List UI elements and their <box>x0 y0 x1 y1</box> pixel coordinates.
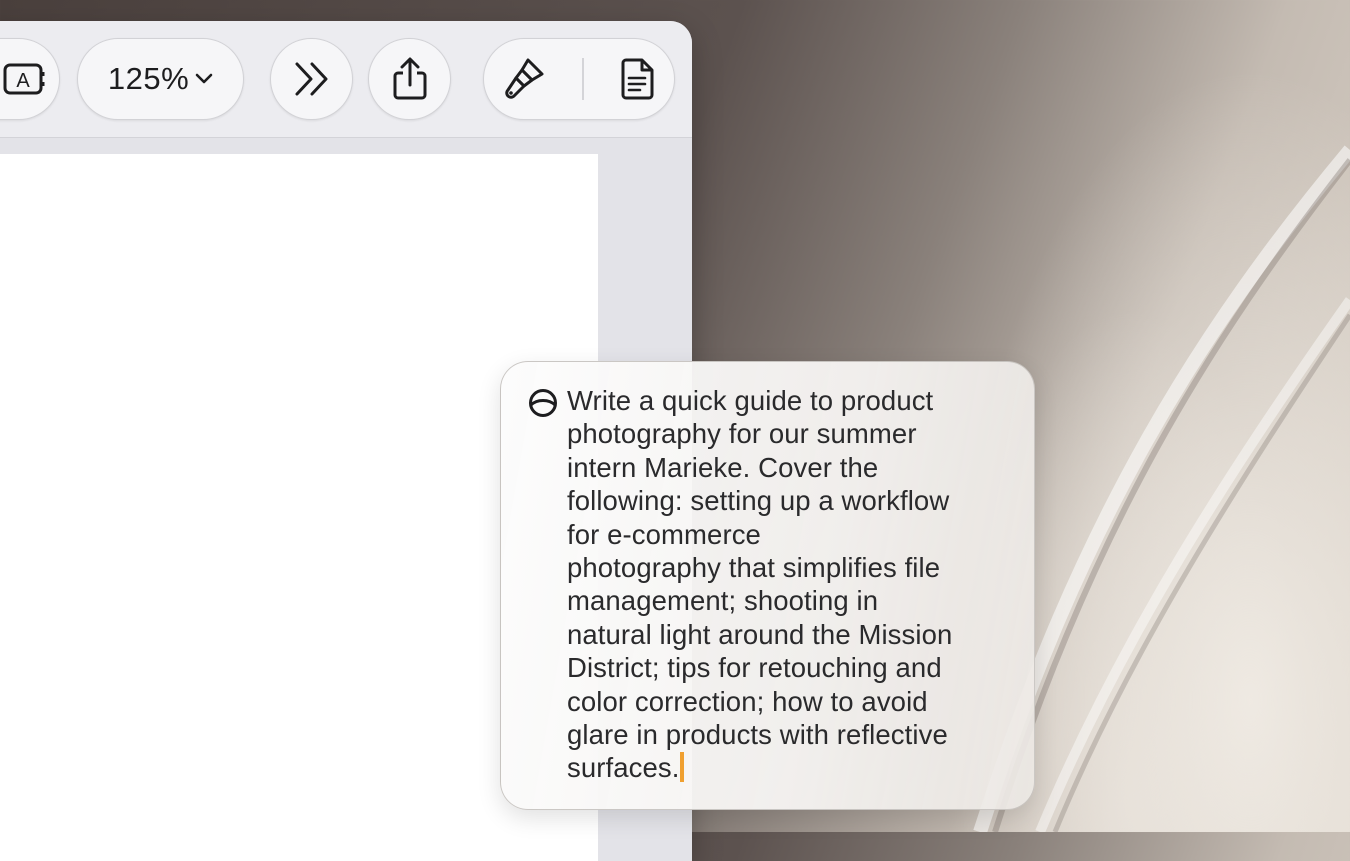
chevron-down-icon <box>195 73 213 84</box>
share-icon <box>393 57 426 100</box>
toolbar-divider <box>582 58 584 100</box>
writing-tools-icon <box>529 389 557 417</box>
paintbrush-icon[interactable] <box>502 56 546 102</box>
zoom-value: 125% <box>107 61 190 96</box>
text-box-button[interactable]: A <box>0 38 60 120</box>
double-chevron-right-icon <box>295 62 327 96</box>
text-box-icon-letter: A <box>16 70 30 92</box>
toolbar: A 125% <box>0 21 692 138</box>
text-box-icon: A <box>3 63 45 95</box>
share-button[interactable] <box>368 38 451 120</box>
prompt-input-text: Write a quick guide to product photograp… <box>567 385 953 784</box>
prompt-input[interactable]: Write a quick guide to product photograp… <box>567 384 1007 785</box>
format-document-group <box>483 38 675 120</box>
text-caret <box>680 752 685 783</box>
document-icon[interactable] <box>620 57 656 101</box>
writing-tools-prompt[interactable]: Write a quick guide to product photograp… <box>500 361 1035 810</box>
zoom-dropdown[interactable]: 125% <box>77 38 244 120</box>
more-tools-button[interactable] <box>270 38 353 120</box>
